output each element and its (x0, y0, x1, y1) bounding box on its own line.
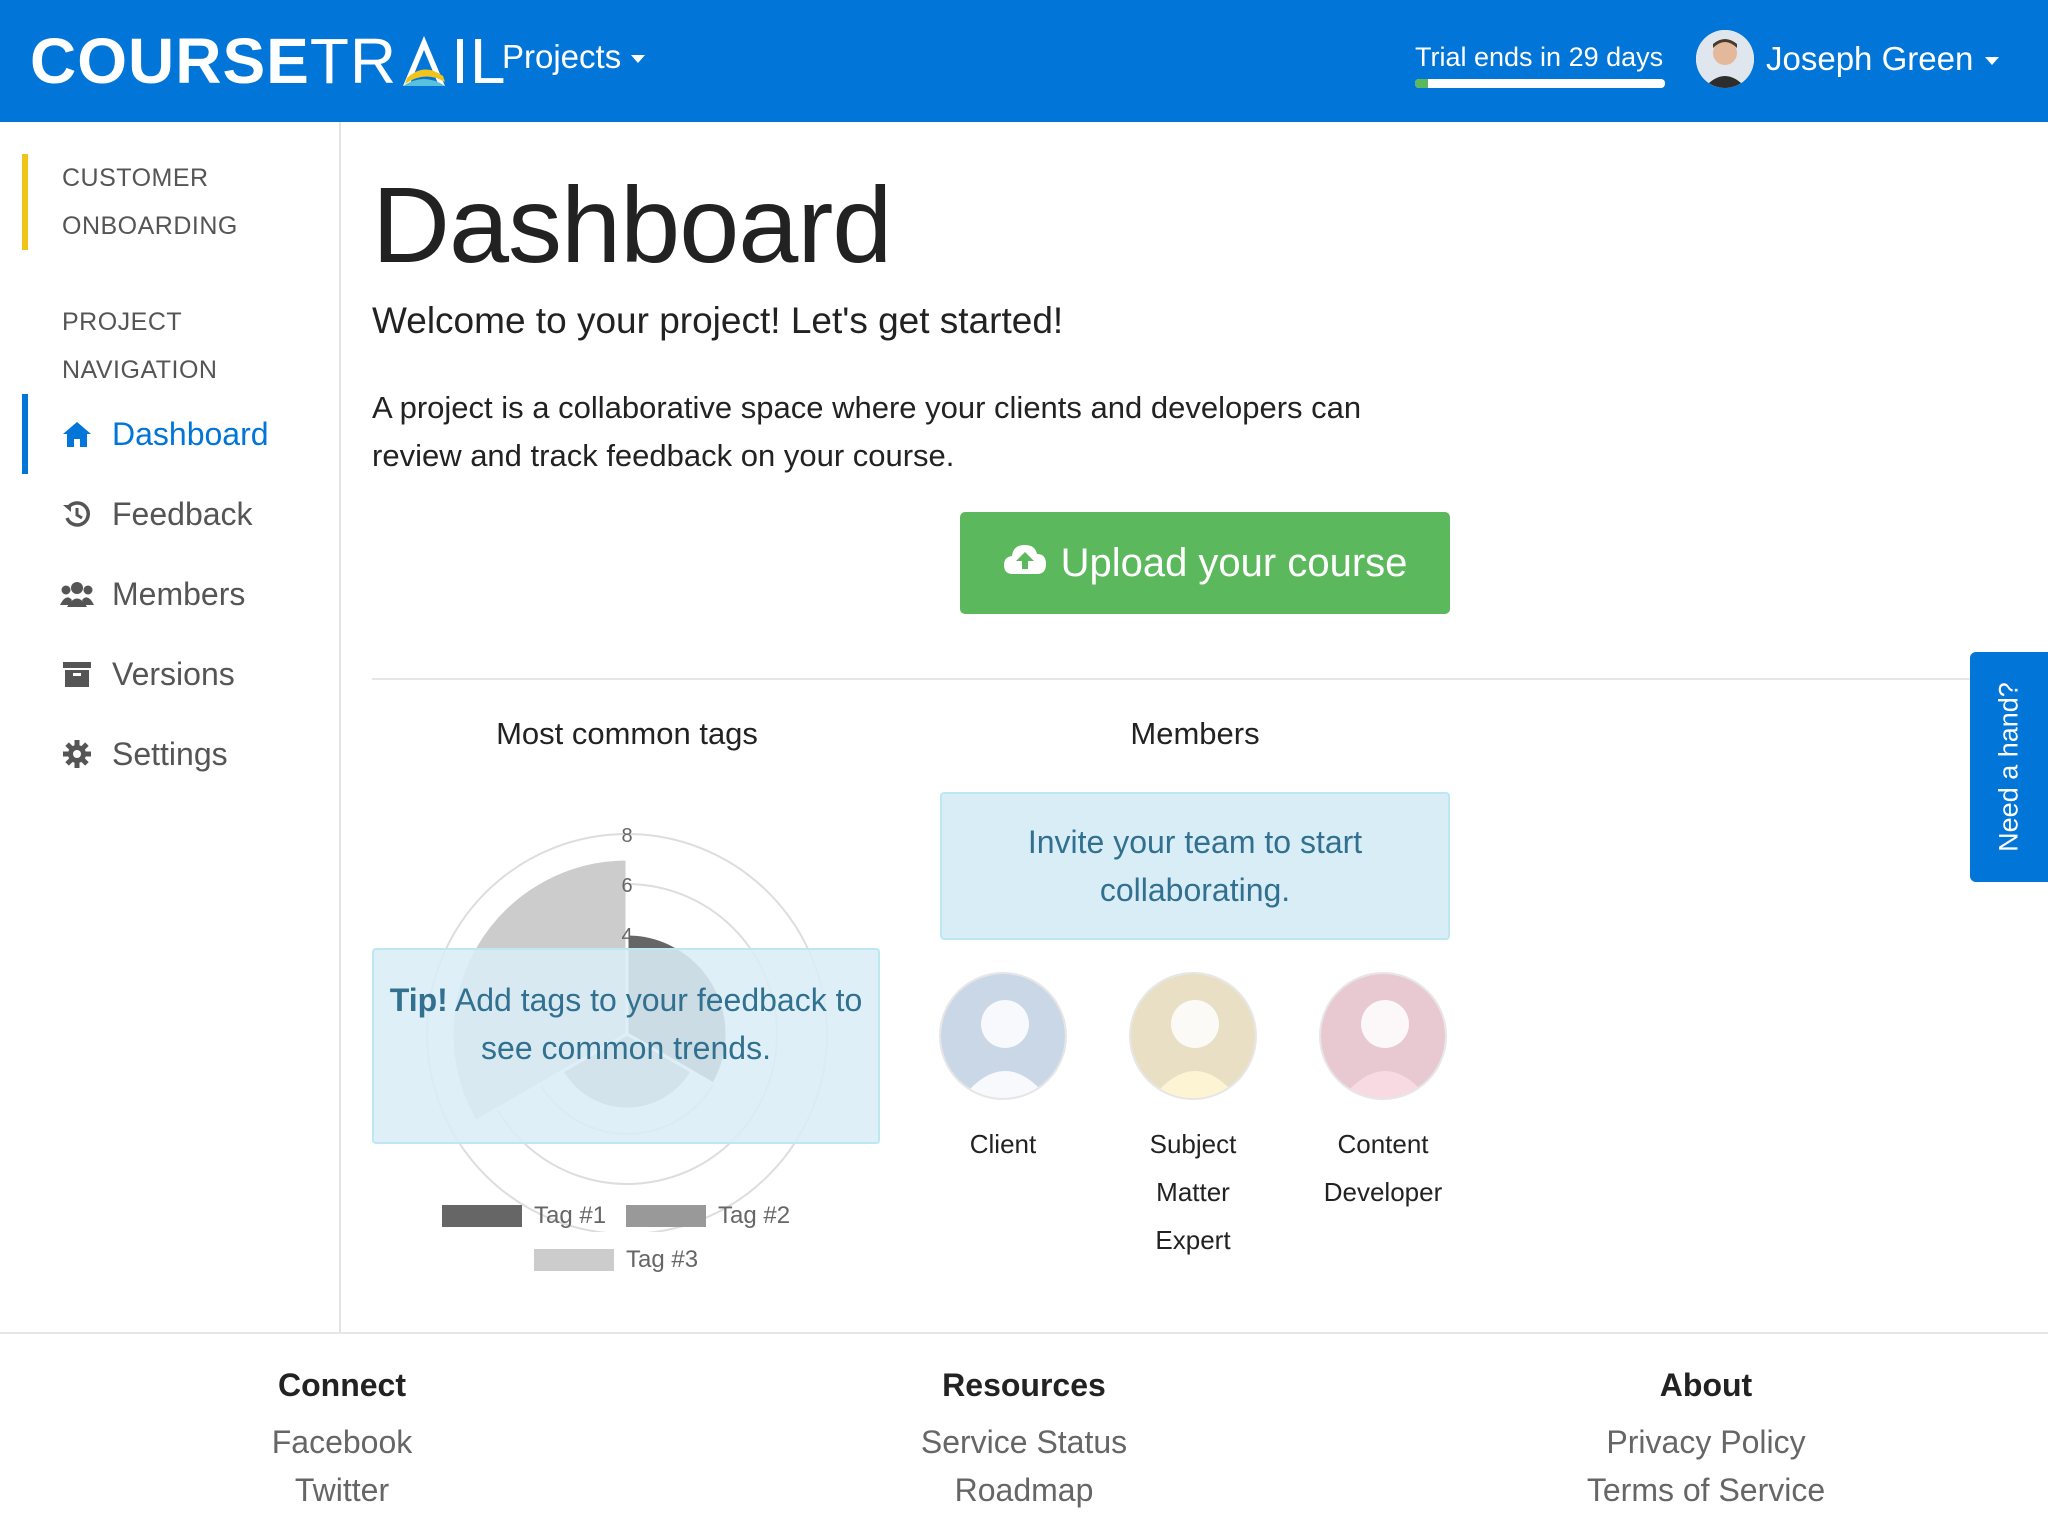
chart-tick-label: 4 (621, 925, 632, 947)
legend-swatch (442, 1205, 522, 1227)
trial-progress-fill (1415, 79, 1428, 88)
need-a-hand-button[interactable]: Need a hand? (1970, 652, 2048, 882)
page-title: Dashboard (372, 164, 892, 285)
section-divider (372, 678, 2048, 680)
legend-label: Tag #1 (534, 1202, 607, 1229)
user-menu[interactable]: Joseph Green (1696, 30, 2000, 88)
section-label-line: PROJECT (62, 308, 183, 336)
trial-progress-bar (1415, 79, 1665, 88)
section-label-line: ONBOARDING (62, 212, 238, 240)
logo-mountain-icon (399, 32, 449, 90)
history-icon (60, 497, 94, 531)
projects-dropdown[interactable]: Projects (502, 38, 646, 76)
legend-item-tag-3: Tag #3 (534, 1246, 698, 1274)
logo-text-light-end: IL (451, 25, 507, 97)
trial-text: Trial ends in 29 days (1415, 42, 1664, 72)
member-role-label: Client (969, 1129, 1037, 1159)
cloud-upload-icon (1003, 541, 1047, 586)
sidebar-section-onboarding[interactable]: CUSTOMER ONBOARDING (22, 154, 238, 250)
footer: Connect Facebook Twitter Resources Servi… (0, 1332, 2048, 1536)
sidebar-item-label: Versions (112, 655, 235, 692)
members-panel-title: Members (1130, 716, 1260, 751)
footer-link-service-status[interactable]: Service Status (774, 1418, 1274, 1466)
sidebar-item-settings[interactable]: Settings (22, 714, 322, 794)
projects-label: Projects (502, 38, 622, 75)
footer-link-roadmap[interactable]: Roadmap (774, 1466, 1274, 1514)
chevron-down-icon (631, 55, 646, 63)
top-navbar: COURSE TR IL Projects Trial ends in 29 day… (0, 0, 2048, 122)
home-icon (60, 417, 94, 451)
upload-course-button[interactable]: Upload your course (960, 512, 1450, 614)
footer-link-twitter[interactable]: Twitter (92, 1466, 592, 1514)
legend-label: Tag #3 (626, 1246, 699, 1273)
sidebar-item-dashboard[interactable]: Dashboard (22, 394, 322, 474)
chart-tick-label: 6 (621, 875, 632, 897)
member-role-label: Subject Matter Expert (1149, 1129, 1237, 1255)
upload-course-label: Upload your course (1060, 540, 1408, 585)
users-icon (60, 577, 94, 611)
coursetrail-logo[interactable]: COURSE TR IL (30, 25, 507, 97)
avatar (1696, 30, 1754, 88)
archive-icon (60, 657, 94, 691)
trial-status[interactable]: Trial ends in 29 days (1415, 42, 1665, 88)
person-icon (941, 974, 1065, 1098)
avatar (1319, 972, 1447, 1100)
sidebar-item-label: Members (112, 575, 246, 612)
footer-column-resources: Resources Service Status Roadmap (774, 1364, 1274, 1514)
sidebar-item-feedback[interactable]: Feedback (22, 474, 322, 554)
person-icon (1131, 974, 1255, 1098)
chart-tick-label: 8 (621, 825, 632, 847)
section-label-line: CUSTOMER (62, 164, 209, 192)
footer-heading: About (1659, 1367, 1753, 1403)
sidebar-item-versions[interactable]: Versions (22, 634, 322, 714)
avatar (939, 972, 1067, 1100)
logo-text-bold: COURSE (30, 25, 310, 97)
member-role-sme[interactable]: Subject Matter Expert (1098, 972, 1288, 1264)
footer-link-facebook[interactable]: Facebook (92, 1418, 592, 1466)
invite-text: Invite your team to start collaborating. (1027, 824, 1363, 908)
sidebar-item-label: Feedback (112, 495, 253, 532)
gear-icon (60, 737, 94, 771)
sidebar-item-label: Dashboard (112, 415, 269, 452)
tags-tip-alert: Tip! Add tags to your feedback to see co… (372, 948, 880, 1144)
section-label-line: NAVIGATION (62, 356, 218, 384)
tip-bold-label: Tip! (389, 982, 448, 1018)
sidebar-item-members[interactable]: Members (22, 554, 322, 634)
user-name: Joseph Green (1766, 40, 1974, 77)
footer-heading: Connect (278, 1367, 406, 1403)
project-description: A project is a collaborative space where… (372, 390, 1362, 473)
footer-link-terms-of-service[interactable]: Terms of Service (1456, 1466, 1956, 1514)
member-role-client[interactable]: Client (908, 972, 1098, 1168)
legend-label: Tag #2 (718, 1202, 791, 1229)
welcome-heading: Welcome to your project! Let's get start… (372, 300, 1064, 341)
legend-item-tag-2: Tag #2 (626, 1202, 790, 1230)
footer-column-connect: Connect Facebook Twitter (92, 1364, 592, 1514)
legend-swatch (626, 1205, 706, 1227)
avatar (1129, 972, 1257, 1100)
footer-heading: Resources (942, 1367, 1106, 1403)
legend-item-tag-1: Tag #1 (442, 1202, 606, 1230)
footer-link-privacy-policy[interactable]: Privacy Policy (1456, 1418, 1956, 1466)
sidebar-item-label: Settings (112, 735, 228, 772)
person-icon (1321, 974, 1445, 1098)
sidebar: CUSTOMER ONBOARDING PROJECT NAVIGATION D… (0, 122, 341, 1332)
member-role-label: Content Developer (1323, 1129, 1443, 1207)
legend-swatch (534, 1249, 614, 1271)
tags-panel-title: Most common tags (496, 716, 758, 751)
logo-text-light: TR (309, 25, 398, 97)
need-a-hand-label: Need a hand? (1993, 682, 2024, 852)
tip-text: Add tags to your feedback to see common … (454, 982, 863, 1066)
chevron-down-icon (1985, 57, 2000, 65)
member-role-content-developer[interactable]: Content Developer (1288, 972, 1478, 1216)
sidebar-section-navigation: PROJECT NAVIGATION (22, 298, 217, 394)
invite-team-alert[interactable]: Invite your team to start collaborating. (940, 792, 1450, 940)
footer-column-about: About Privacy Policy Terms of Service (1456, 1364, 1956, 1514)
